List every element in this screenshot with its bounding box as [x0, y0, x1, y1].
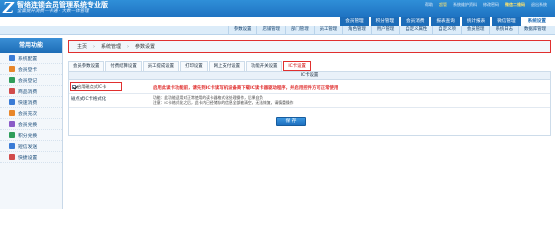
settings-tab[interactable]: 功能开关设置 [246, 61, 283, 71]
checkbox-icon[interactable] [72, 84, 76, 89]
ic-warning-text: 启用此读卡功能前，请先到IC卡读写机设备商下载IC读卡器驱动程序，并启用控件方可… [153, 86, 339, 91]
sidebar-item[interactable]: 会员充次 [0, 108, 62, 119]
settings-tab[interactable]: 会员参数设置 [68, 61, 105, 71]
sidebar-item[interactable]: 会员兑换 [0, 119, 62, 130]
settings-tabs: 会员参数设置 付费结算设置 员工提成设置 打印设置 网上支付设置 功能开关设置 IC卡设置 [68, 61, 551, 72]
sub-nav-item[interactable]: 系统日志 [489, 26, 518, 34]
top-links: 帮助 超管 系统维护资料 修改密码 微信二维码 退出系统 [425, 1, 547, 9]
sub-nav-item[interactable]: 参数设置 [227, 26, 257, 34]
ic-card-panel: IC卡设置 启用磁点式IC卡 启用此读卡功能前，请先到IC卡读写机设备商下载IC… [68, 72, 551, 136]
sidebar-item[interactable]: 快捷设置 [0, 152, 62, 163]
app-title: 智络连锁会员管理系统专业版 [17, 1, 108, 9]
sidebar-item-label: 系统配置 [18, 56, 38, 62]
sidebar-item-label: 快捷设置 [18, 155, 38, 161]
ic-enable-label: 启用磁点式IC卡 [77, 83, 107, 89]
ic-enable-checkbox[interactable]: 启用磁点式IC卡 [70, 82, 122, 91]
sidebar-item[interactable]: 快速消费 [0, 97, 62, 108]
main-nav-statistics[interactable]: 统计报表 [461, 17, 491, 26]
sidebar-item-icon [9, 99, 15, 105]
sidebar-item-label: 短信发送 [18, 144, 38, 150]
sidebar-item-label: 会员登记 [18, 78, 38, 84]
sub-nav-item[interactable]: 自定义属性 [399, 26, 432, 34]
logo-icon: Z [3, 0, 14, 17]
sidebar-item-icon [9, 110, 15, 116]
top-link-info[interactable]: 系统维护资料 [453, 1, 477, 9]
main-nav-members[interactable]: 会员管理 [340, 17, 369, 26]
sub-nav-item[interactable]: 部门管理 [285, 26, 314, 34]
settings-tab[interactable]: 打印设置 [180, 61, 208, 71]
sidebar-item-label: 会员兑换 [18, 122, 38, 128]
settings-tab[interactable]: IC卡设置 [283, 61, 311, 71]
sidebar-item-icon [9, 154, 15, 160]
current-user: 超管 [439, 2, 447, 7]
sidebar-item-icon [9, 55, 15, 61]
settings-tab[interactable]: 员工提成设置 [142, 61, 180, 71]
sub-nav: 参数设置 店铺管理 部门管理 员工管理 角色管理 用户管理 自定义属性 自定义项 会员管理 系统日… [0, 26, 555, 35]
main-nav-settings[interactable]: 系统设置 [522, 17, 551, 26]
settings-tab[interactable]: 网上支付设置 [208, 61, 246, 71]
sub-nav-item[interactable]: 用户管理 [370, 26, 400, 34]
app-header: Z 智络连锁会员管理系统专业版 全面提升消费一卡通 · 大数一体管理 帮助 超管… [0, 0, 555, 17]
sidebar-item[interactable]: 商品消费 [0, 86, 62, 97]
breadcrumb-system[interactable]: 系统管理 [101, 43, 121, 50]
ic-format-hint: 功能：此功能适用对正常使用的读卡器格式化处理操作，后果自负 注意：IC卡格式化之… [153, 95, 323, 105]
sidebar-item-icon [9, 121, 15, 127]
sidebar-item[interactable]: 会员登记 [0, 75, 62, 86]
sidebar-item[interactable]: 短信发送 [0, 141, 62, 152]
sidebar-item[interactable]: 积分兑换 [0, 130, 62, 141]
main-content: 主页 › 系统管理 › 参数设置 会员参数设置 付费结算设置 员工提成设置 打印设置网… [68, 40, 551, 209]
main-nav-consume[interactable]: 会员消费 [401, 17, 430, 26]
settings-tab[interactable]: 付费结算设置 [105, 61, 142, 71]
logout-link[interactable]: 退出系统 [531, 1, 547, 9]
main-nav-reports[interactable]: 报表查询 [431, 17, 460, 26]
sidebar-item-icon [9, 66, 15, 72]
sidebar-item-icon [9, 88, 15, 94]
ic-format-label: 磁点式IC卡格式化 [71, 97, 107, 102]
sidebar-item-label: 会员登卡 [18, 67, 38, 73]
main-nav-wechat[interactable]: 微信管理 [492, 17, 521, 26]
sidebar-item[interactable]: 会员登卡 [0, 64, 62, 75]
sub-nav-item[interactable]: 自定义项 [432, 26, 461, 34]
sidebar-item-label: 商品消费 [18, 89, 38, 95]
top-link-help[interactable]: 帮助 [425, 1, 433, 9]
sub-nav-item[interactable]: 店铺管理 [256, 26, 285, 34]
sub-nav-item[interactable]: 数据库管理 [518, 26, 551, 34]
sidebar-item-label: 积分兑换 [18, 133, 38, 139]
ic-format-row: 磁点式IC卡格式化 功能：此功能适用对正常使用的读卡器格式化处理操作，后果自负 … [69, 94, 550, 108]
breadcrumb-current: 参数设置 [135, 44, 156, 50]
breadcrumb: 主页 › 系统管理 › 参数设置 [68, 40, 551, 53]
sub-nav-item[interactable]: 角色管理 [342, 26, 371, 34]
save-button[interactable]: 保 存 [276, 117, 306, 126]
breadcrumb-home[interactable]: 主页 [77, 43, 87, 50]
sidebar-item-label: 会员充次 [18, 111, 38, 117]
top-link-password[interactable]: 修改密码 [483, 1, 499, 9]
sidebar-item-icon [9, 132, 15, 138]
main-nav: 会员管理 积分管理 会员消费 报表查询 统计报表 微信管理 系统设置 [340, 17, 551, 26]
sidebar-item[interactable]: 系统配置 [0, 53, 62, 64]
sidebar-item-label: 快速消费 [18, 100, 38, 106]
ic-enable-row: 启用磁点式IC卡 启用此读卡功能前，请先到IC卡读写机设备商下载IC读卡器驱动程… [69, 81, 550, 94]
sidebar-item-icon [9, 77, 15, 83]
main-nav-points[interactable]: 积分管理 [370, 17, 400, 26]
app-slogan: 全面提升消费一卡通 · 大数一体管理 [17, 9, 89, 14]
sidebar-title: 常用功能 [0, 38, 62, 53]
sub-nav-item[interactable]: 会员管理 [460, 26, 490, 34]
sidebar: 常用功能 系统配置会员登卡会员登记商品消费快速消费会员充次会员兑换积分兑换短信发… [0, 38, 63, 209]
ic-format-hint-2: 注意：IC卡格式化之后，此卡内已经储存的信息全部被清空，无法恢复，请慎重操作 [153, 100, 294, 105]
wechat-qr-link[interactable]: 微信二维码 [505, 1, 525, 9]
sidebar-item-icon [9, 143, 15, 149]
sub-nav-item[interactable]: 员工管理 [313, 26, 343, 34]
panel-heading: IC卡设置 [69, 72, 550, 80]
